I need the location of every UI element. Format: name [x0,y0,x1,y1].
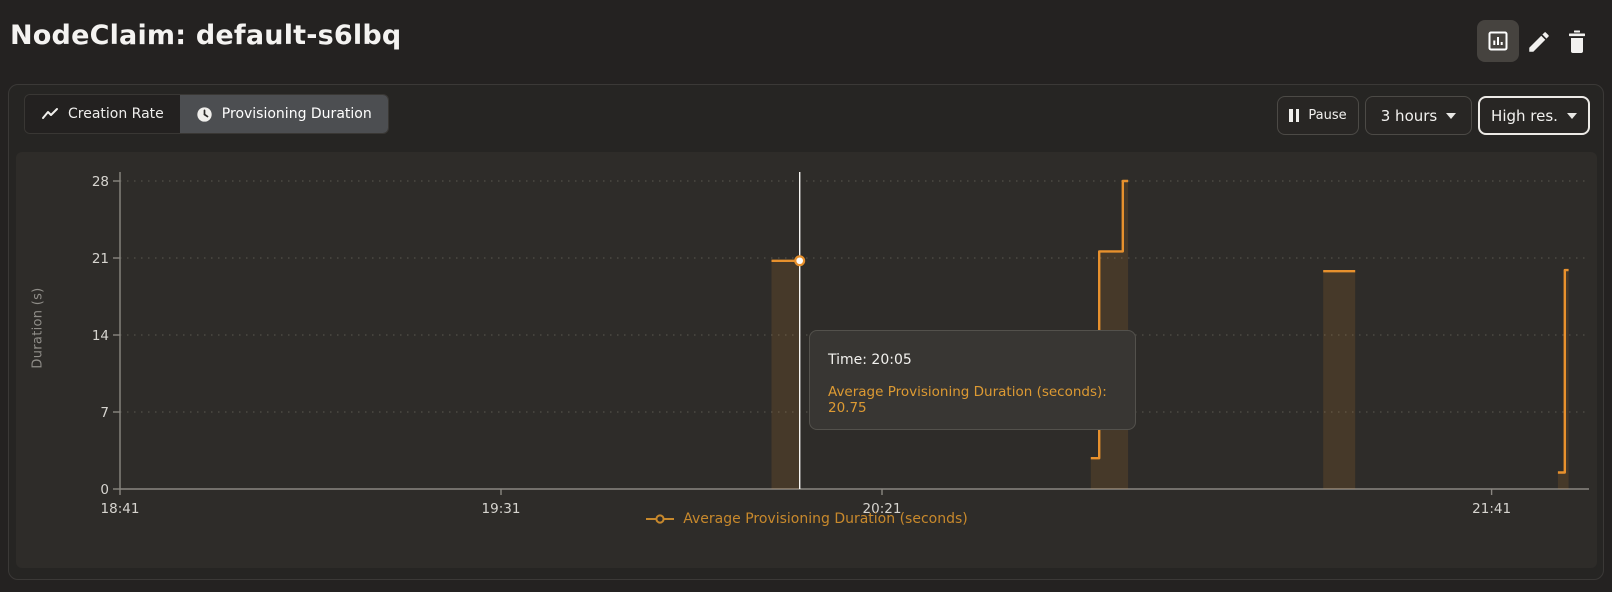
svg-text:7: 7 [100,405,109,421]
edit-button[interactable] [1522,26,1556,58]
legend-label: Average Provisioning Duration (seconds) [683,511,967,527]
caret-down-icon [1567,113,1577,119]
svg-text:28: 28 [92,174,109,190]
y-axis-label: Duration (s) [31,287,46,368]
bar-chart-icon [1486,29,1510,53]
chart-tooltip: Time: 20:05 Average Provisioning Duratio… [809,330,1136,430]
chart-toggle-button[interactable] [1477,20,1519,62]
tooltip-time: Time: 20:05 [828,352,1117,368]
resolution-dropdown[interactable]: High res. [1478,96,1590,135]
tab-label: Creation Rate [68,106,164,122]
legend-marker-icon [645,513,675,525]
clock-icon [196,106,213,123]
svg-text:21: 21 [92,251,109,267]
resolution-value: High res. [1491,107,1558,125]
tab-label: Provisioning Duration [222,106,372,122]
tab-provisioning-duration[interactable]: Provisioning Duration [180,95,388,133]
trend-line-icon [41,106,59,122]
legend-item[interactable]: Average Provisioning Duration (seconds) [16,507,1597,531]
tooltip-series: Average Provisioning Duration (seconds):… [828,384,1117,416]
chart-area: 0714212818:4119:3120:2121:41 Duration (s… [16,152,1597,568]
metric-tab-group: Creation Rate Provisioning Duration [24,94,389,134]
pencil-icon [1526,29,1552,55]
page-title: NodeClaim: default-s6lbq [10,20,401,51]
time-range-value: 3 hours [1381,107,1437,125]
time-range-dropdown[interactable]: 3 hours [1365,96,1472,135]
pause-icon [1289,109,1299,122]
trash-icon [1565,29,1589,55]
svg-text:14: 14 [92,328,109,344]
pause-button[interactable]: Pause [1277,96,1359,135]
caret-down-icon [1446,113,1456,119]
duration-chart[interactable]: 0714212818:4119:3120:2121:41 [16,152,1597,568]
svg-text:0: 0 [100,482,109,498]
tab-creation-rate[interactable]: Creation Rate [25,95,180,133]
delete-button[interactable] [1560,26,1594,58]
pause-label: Pause [1308,108,1346,123]
